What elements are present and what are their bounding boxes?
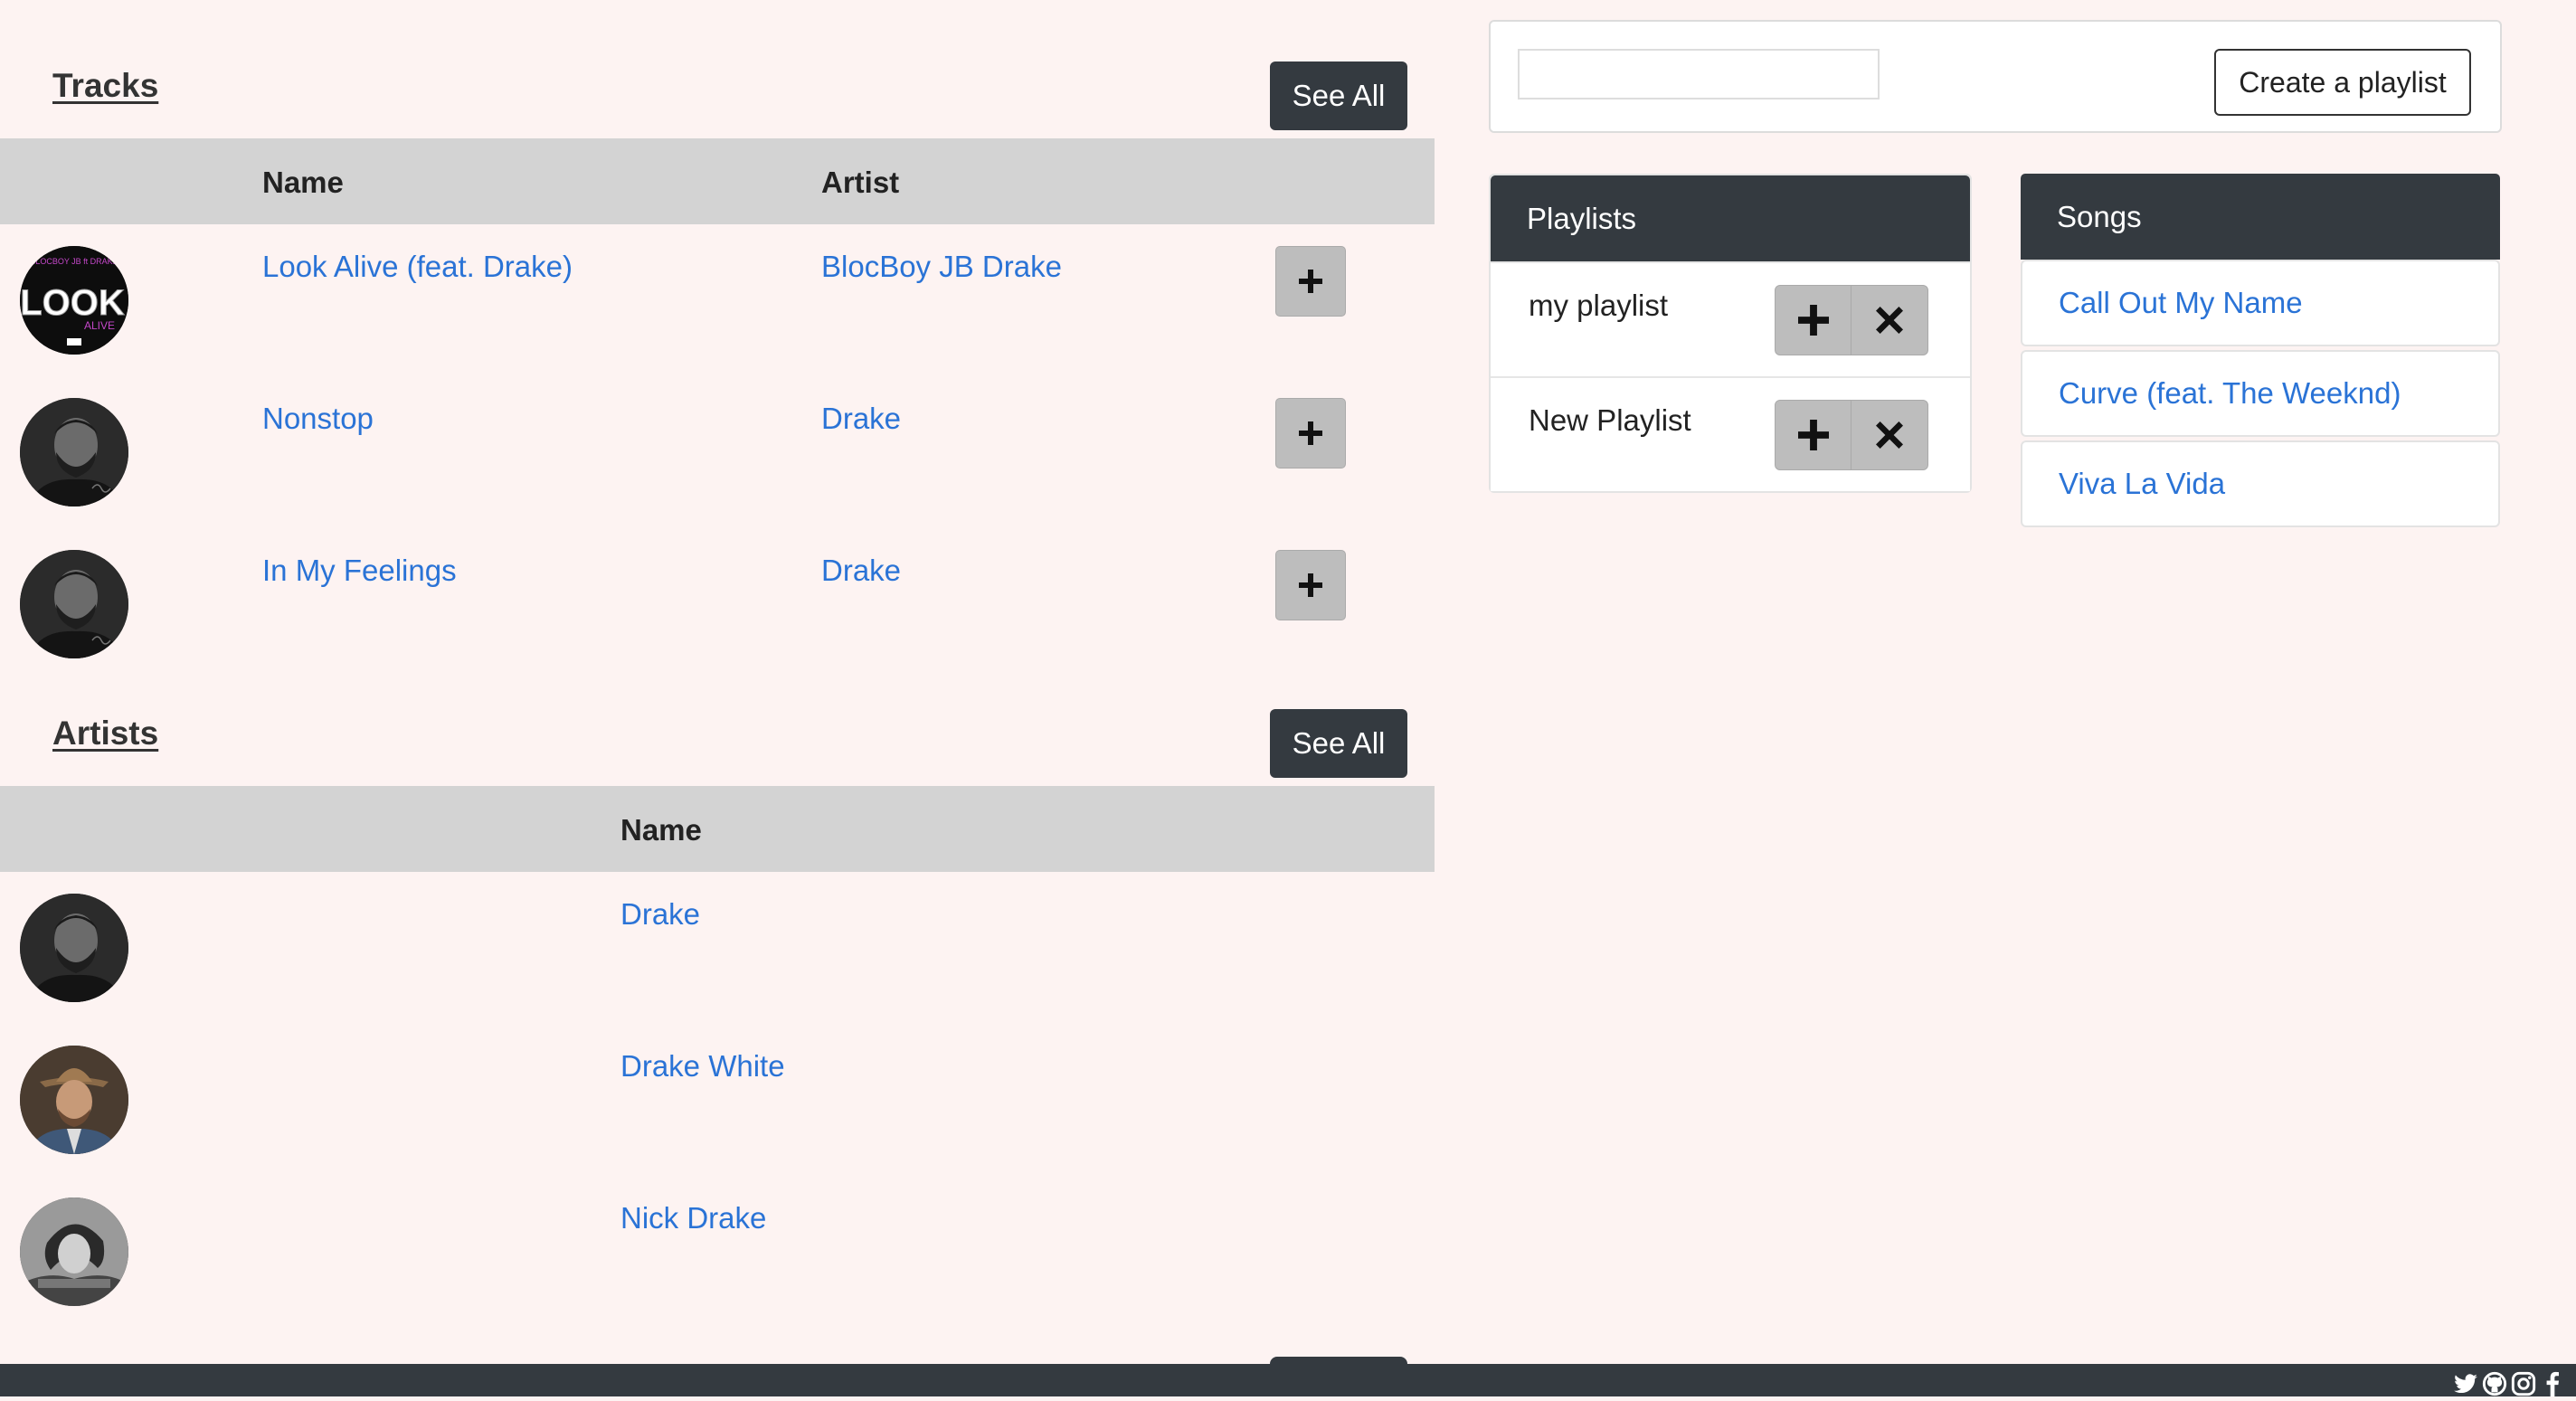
plus-icon [1798,305,1829,336]
artists-table-header: Name [0,786,1435,872]
svg-text:ALIVE: ALIVE [84,319,115,332]
plus-icon [1299,270,1322,293]
tracks-col-name: Name [262,166,344,199]
track-row: In My Feelings Drake [0,528,1435,680]
playlist-add-button[interactable] [1775,285,1852,355]
plus-icon [1299,573,1322,597]
footer [0,1364,2576,1396]
artist-photo [20,1197,128,1306]
song-link[interactable]: Viva La Vida [2021,440,2500,527]
tracks-heading: Tracks [52,67,159,104]
playlist-add-button[interactable] [1775,400,1852,470]
create-playlist-button[interactable]: Create a playlist [2214,49,2471,116]
add-to-playlist-button[interactable] [1275,398,1346,469]
playlists-heading: Playlists [1491,175,1970,261]
track-artist-link[interactable]: Drake [821,554,901,588]
social-links [2453,1371,2565,1396]
track-name-link[interactable]: Look Alive (feat. Drake) [262,250,573,284]
track-cover-image [20,398,128,506]
playlists-panel: Playlists my playlist New Playlist [1489,174,1972,493]
github-icon[interactable] [2482,1371,2507,1396]
plus-icon [1299,421,1322,445]
track-artist-link[interactable]: BlocBoy JB Drake [821,250,1062,284]
playlist-name: New Playlist [1529,403,1691,437]
tracks-col-artist: Artist [821,166,900,199]
artist-name-link[interactable]: Drake White [620,1049,785,1084]
playlist-name-input[interactable] [1518,49,1880,99]
close-icon [1876,421,1903,449]
artist-row: Drake [0,872,1435,1024]
track-cover-image: BLOCBOY JB ft DRAKE LOOK ALIVE [20,246,128,355]
artists-col-name: Name [620,813,702,847]
track-row: Nonstop Drake [0,376,1435,528]
playlist-item[interactable]: my playlist [1491,261,1970,376]
track-row: BLOCBOY JB ft DRAKE LOOK ALIVE Look Aliv… [0,224,1435,376]
plus-icon [1798,420,1829,450]
playlist-delete-button[interactable] [1851,400,1928,470]
track-cover-image [20,550,128,658]
songs-heading: Songs [2021,174,2500,260]
close-icon [1876,307,1903,334]
artists-heading: Artists [52,715,159,752]
facebook-icon[interactable] [2540,1371,2565,1396]
playlist-delete-button[interactable] [1851,285,1928,355]
playlist-item[interactable]: New Playlist [1491,376,1970,491]
add-to-playlist-button[interactable] [1275,550,1346,620]
instagram-icon[interactable] [2511,1371,2536,1396]
artist-photo [20,1046,128,1154]
playlist-name: my playlist [1529,289,1669,322]
artist-name-link[interactable]: Nick Drake [620,1201,766,1235]
song-link[interactable]: Curve (feat. The Weeknd) [2021,350,2500,437]
svg-text:BLOCBOY JB ft DRAKE: BLOCBOY JB ft DRAKE [30,257,118,266]
tracks-table-header: Name Artist [0,138,1435,224]
artist-row: Nick Drake [0,1176,1435,1328]
twitter-icon[interactable] [2453,1371,2478,1396]
artist-photo [20,894,128,1002]
tracks-see-all-button[interactable]: See All [1270,62,1407,130]
create-playlist-form: Create a playlist [1489,20,2502,133]
track-name-link[interactable]: Nonstop [262,402,374,436]
artist-name-link[interactable]: Drake [620,897,700,932]
track-artist-link[interactable]: Drake [821,402,901,436]
song-link[interactable]: Call Out My Name [2021,260,2500,346]
add-to-playlist-button[interactable] [1275,246,1346,317]
songs-panel: Songs Call Out My Name Curve (feat. The … [2021,174,2500,531]
artists-see-all-button[interactable]: See All [1270,709,1407,778]
track-name-link[interactable]: In My Feelings [262,554,457,588]
artist-row: Drake White [0,1024,1435,1176]
svg-text:LOOK: LOOK [20,283,125,323]
